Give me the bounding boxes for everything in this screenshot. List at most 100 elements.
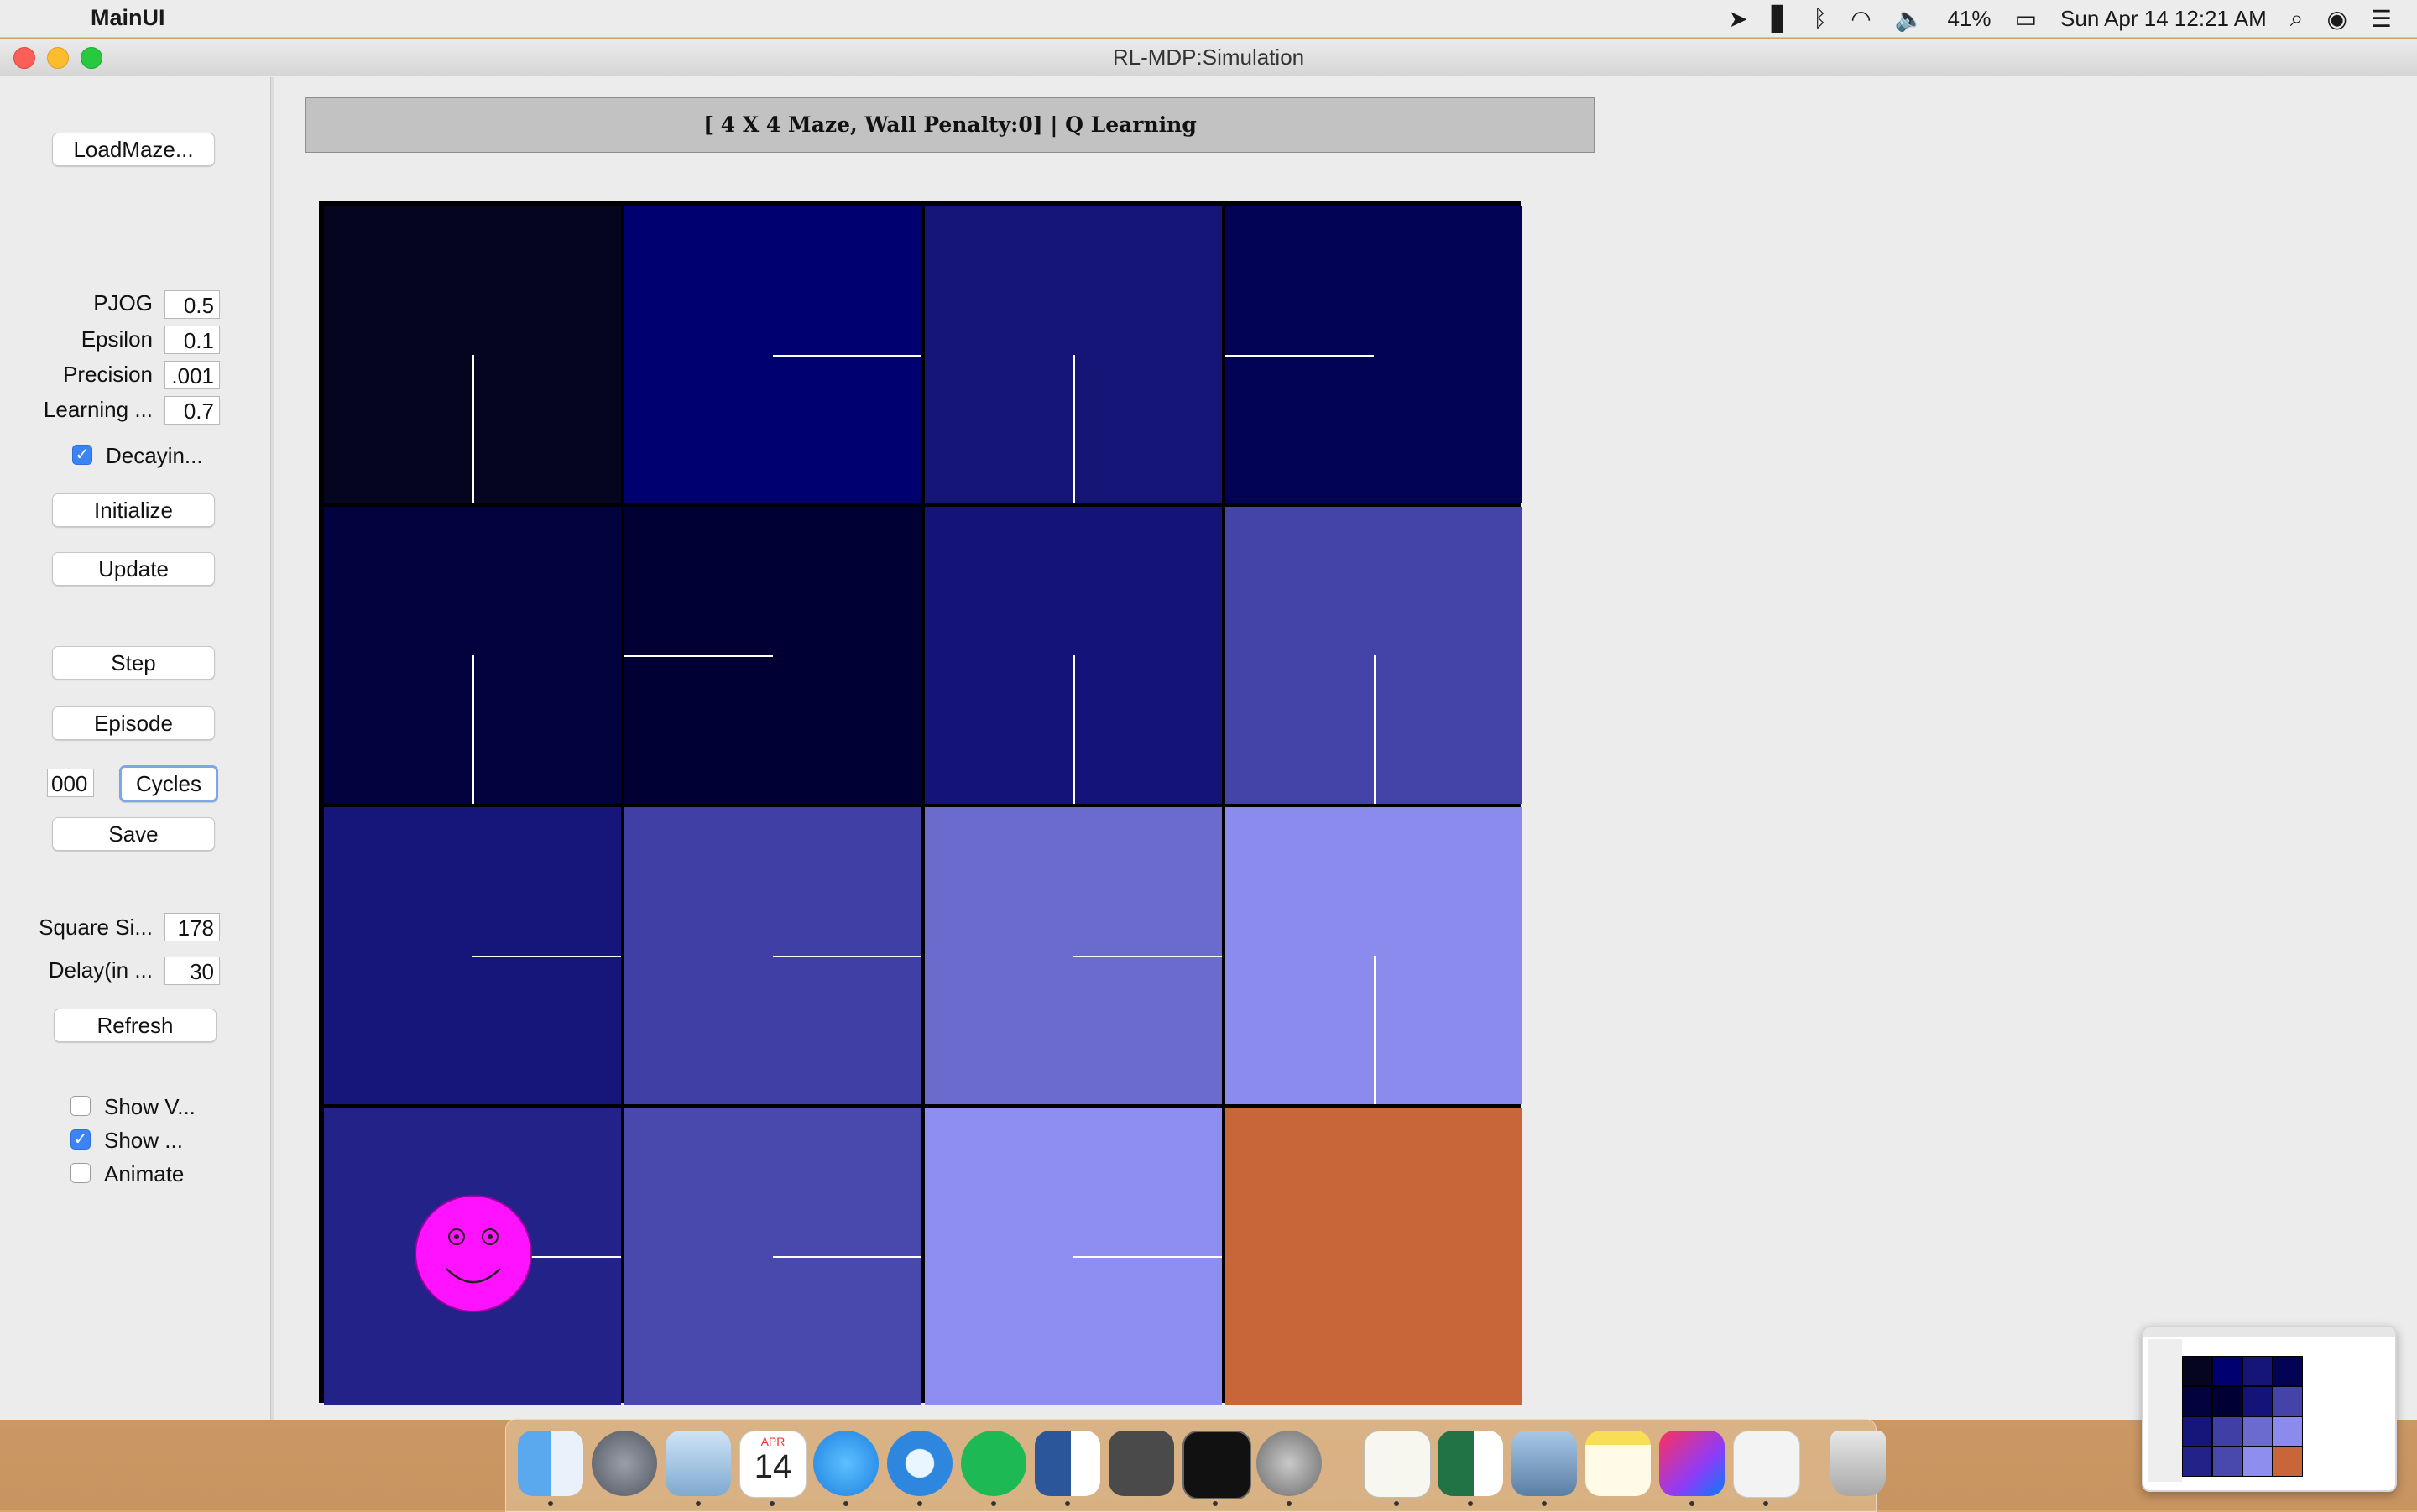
location-icon[interactable]: ➤ — [1728, 5, 1747, 33]
maze-cell[interactable] — [624, 1108, 921, 1405]
battery-percent: 41% — [1947, 5, 1992, 31]
epsilon-field[interactable]: 0.1 — [164, 326, 220, 354]
running-indicator — [917, 1501, 922, 1506]
save-button[interactable]: Save — [52, 817, 215, 851]
update-button[interactable]: Update — [52, 552, 215, 586]
thumbnail-cell — [2243, 1417, 2272, 1446]
messages-icon[interactable] — [813, 1431, 879, 1496]
maze-cell[interactable] — [925, 807, 1222, 1104]
spotlight-icon[interactable]: ⌕ — [2290, 5, 2304, 33]
running-indicator — [770, 1501, 775, 1506]
safari-icon[interactable] — [887, 1431, 953, 1496]
simulation-header: [ 4 X 4 Maze, Wall Penalty:0] | Q Learni… — [305, 97, 1595, 153]
maze-cell[interactable] — [1225, 206, 1522, 503]
precision-field[interactable]: .001 — [164, 361, 220, 389]
launchpad-icon[interactable] — [592, 1431, 657, 1496]
policy-arrow-right — [773, 355, 921, 357]
pjog-field[interactable]: 0.5 — [164, 290, 220, 319]
bluetooth-icon[interactable]: ᛒ — [1813, 5, 1827, 32]
thumbnail-cell — [2213, 1417, 2242, 1446]
show-v-checkbox[interactable] — [70, 1096, 91, 1116]
textedit-icon[interactable] — [1364, 1431, 1431, 1498]
policy-arrow-right — [773, 956, 921, 957]
preview-icon[interactable] — [1511, 1431, 1577, 1496]
running-indicator — [843, 1501, 848, 1506]
maze-cell[interactable] — [1225, 1108, 1522, 1405]
maze-cell[interactable] — [1225, 807, 1522, 1104]
smiley-face-icon — [446, 1228, 501, 1284]
policy-arrow-left — [1225, 355, 1374, 357]
clock[interactable]: Sun Apr 14 12:21 AM — [2060, 6, 2267, 32]
agent-smiley — [415, 1195, 532, 1312]
animate-checkbox[interactable] — [70, 1163, 91, 1183]
finder-icon[interactable] — [518, 1431, 583, 1496]
menu-bar: MainUI ➤ ▋ ᛒ ◠ 🔈 41% ▭ Sun Apr 14 12:21 … — [0, 0, 2417, 38]
maze-cell[interactable] — [1225, 507, 1522, 804]
maze-cell[interactable] — [624, 807, 921, 1104]
maze-cell[interactable] — [624, 206, 921, 503]
simulation-window: RL-MDP:Simulation LoadMaze... PJOG 0.5 E… — [0, 39, 2417, 1420]
excel-icon[interactable] — [1438, 1431, 1503, 1496]
trash-icon[interactable] — [1830, 1431, 1886, 1496]
policy-arrow-left — [624, 655, 773, 657]
show-checkbox[interactable]: ✓ — [70, 1129, 91, 1150]
running-indicator — [1468, 1501, 1473, 1506]
mail-icon[interactable] — [666, 1431, 731, 1496]
maze-cell[interactable] — [925, 206, 1222, 503]
thumbnail-cell — [2213, 1447, 2242, 1476]
maze-cell[interactable] — [324, 507, 621, 804]
intellij-icon[interactable] — [1659, 1431, 1725, 1496]
screenshot-thumbnail[interactable] — [2142, 1326, 2397, 1492]
policy-arrow-down — [472, 355, 474, 503]
calendar-icon[interactable]: APR 14 — [739, 1431, 807, 1498]
learning-rate-label: Learning ... — [43, 397, 153, 422]
cycles-field[interactable]: 000 — [47, 769, 94, 797]
app-name-menu[interactable]: MainUI — [91, 5, 165, 31]
square-size-field[interactable]: 178 — [164, 913, 220, 941]
delay-field[interactable]: 30 — [164, 957, 220, 985]
step-button[interactable]: Step — [52, 646, 215, 680]
maze-cell[interactable] — [624, 507, 921, 804]
notes-icon[interactable] — [1585, 1431, 1651, 1496]
running-indicator — [548, 1501, 553, 1506]
battery-icon[interactable]: ▭ — [2015, 5, 2037, 33]
spotify-icon[interactable] — [961, 1431, 1026, 1496]
decaying-checkbox[interactable]: ✓ — [72, 445, 92, 465]
siri-icon[interactable]: ◉ — [2326, 5, 2347, 33]
show-v-label: Show V... — [104, 1094, 196, 1119]
wifi-icon[interactable]: ◠ — [1851, 5, 1871, 33]
thumbnail-cell — [2183, 1387, 2211, 1416]
thumbnail-cell — [2243, 1357, 2272, 1385]
maze-cell[interactable] — [324, 206, 621, 503]
maze-cell[interactable] — [925, 507, 1222, 804]
preferences-icon[interactable] — [1256, 1431, 1322, 1496]
status-area: ➤ ▋ ᛒ ◠ 🔈 41% ▭ Sun Apr 14 12:21 AM ⌕ ◉ … — [1728, 0, 2392, 37]
initialize-button[interactable]: Initialize — [52, 493, 215, 527]
learning-rate-field[interactable]: 0.7 — [164, 396, 220, 425]
cycles-button[interactable]: Cycles — [119, 765, 218, 802]
thumbnail-cell — [2243, 1387, 2272, 1416]
maze-grid[interactable] — [319, 201, 1522, 1405]
window-manager-icon[interactable]: ▋ — [1772, 5, 1790, 33]
episode-button[interactable]: Episode — [52, 706, 215, 740]
refresh-button[interactable]: Refresh — [54, 1009, 217, 1042]
load-maze-button[interactable]: LoadMaze... — [52, 133, 215, 166]
panel-divider — [270, 77, 274, 1420]
thumbnail-cell — [2243, 1447, 2272, 1476]
terminal-icon[interactable] — [1182, 1431, 1251, 1499]
maze-cell[interactable] — [925, 1108, 1222, 1405]
sublime-icon[interactable] — [1109, 1431, 1174, 1496]
volume-icon[interactable]: 🔈 — [1895, 5, 1924, 33]
thumbnail-cell — [2273, 1387, 2302, 1416]
thumbnail-panel — [2148, 1339, 2182, 1482]
running-indicator — [1689, 1501, 1694, 1506]
notification-center-icon[interactable]: ☰ — [2371, 5, 2392, 33]
running-indicator — [696, 1501, 701, 1506]
policy-arrow-right — [1073, 956, 1222, 957]
word-icon[interactable] — [1035, 1431, 1100, 1496]
policy-arrow-right — [472, 956, 621, 957]
java-icon[interactable] — [1733, 1431, 1800, 1498]
maze-cell[interactable] — [324, 807, 621, 1104]
thumbnail-maze — [2182, 1356, 2303, 1477]
show-label: Show ... — [104, 1128, 183, 1153]
